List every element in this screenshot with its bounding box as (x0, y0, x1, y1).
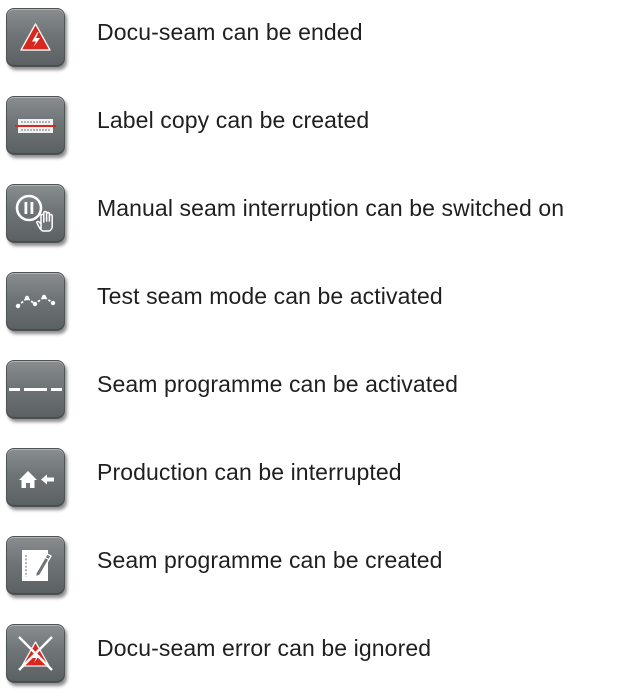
label-copy-icon (15, 119, 56, 133)
seam-programme-create-button[interactable] (6, 536, 65, 595)
docu-seam-error-ignore-icon (18, 636, 53, 671)
production-interrupt-button[interactable] (6, 448, 65, 507)
list-item: Manual seam interruption can be switched… (0, 178, 640, 248)
list-item: Seam programme can be activated (0, 354, 640, 424)
item-label: Docu-seam can be ended (97, 19, 363, 45)
manual-seam-interruption-button[interactable] (6, 184, 65, 243)
item-label: Manual seam interruption can be switched… (97, 195, 565, 221)
list-item: Docu-seam error can be ignored (0, 618, 640, 688)
item-label: Test seam mode can be activated (97, 283, 443, 309)
item-label: Docu-seam error can be ignored (97, 635, 432, 661)
test-seam-mode-icon (15, 294, 56, 309)
test-seam-mode-button[interactable] (6, 272, 65, 331)
label-copy-button[interactable] (6, 96, 65, 155)
seam-programme-create-icon (22, 550, 52, 581)
docu-seam-end-button[interactable] (6, 8, 65, 67)
list-item: Production can be interrupted (0, 442, 640, 512)
list-item: Test seam mode can be activated (0, 266, 640, 336)
list-item: Label copy can be created (0, 90, 640, 160)
docu-seam-end-icon (20, 23, 51, 51)
manual-seam-interruption-icon (15, 194, 53, 232)
item-label: Production can be interrupted (97, 459, 402, 485)
item-label: Label copy can be created (97, 107, 370, 133)
seam-programme-icon (9, 388, 62, 391)
list-item: Seam programme can be created (0, 530, 640, 600)
seam-programme-button[interactable] (6, 360, 65, 419)
list-item: Docu-seam can be ended (0, 2, 640, 72)
item-label: Seam programme can be created (97, 547, 443, 573)
docu-seam-error-ignore-button[interactable] (6, 624, 65, 683)
item-label: Seam programme can be activated (97, 371, 459, 397)
production-interrupt-icon (19, 471, 54, 488)
